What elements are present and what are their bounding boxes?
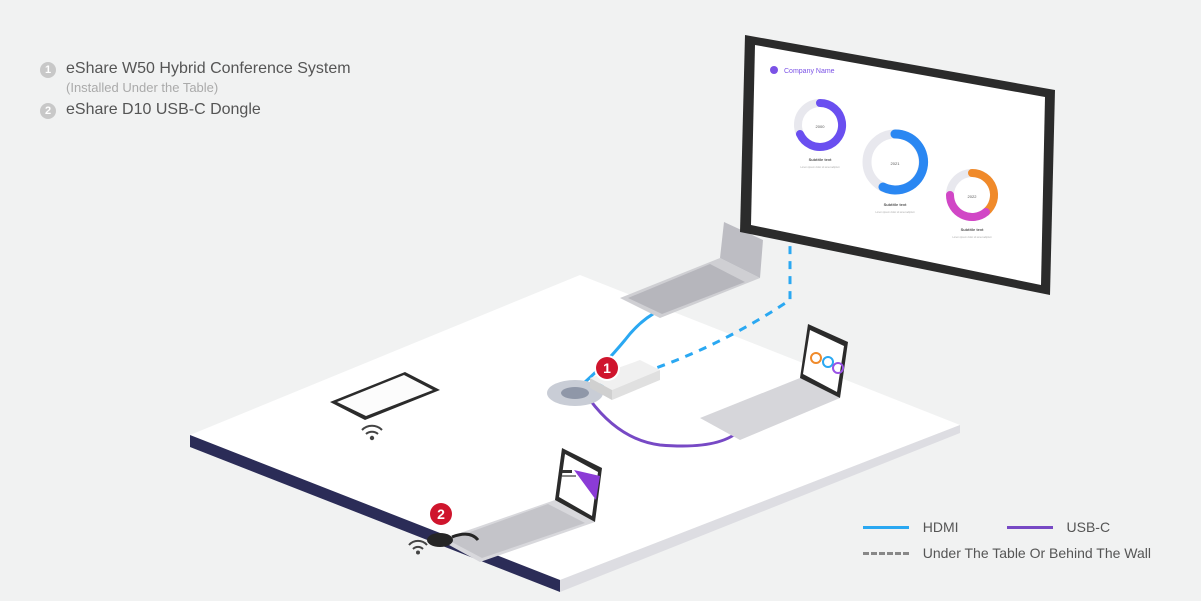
svg-text:Lorem ipsum dolor sit amet adi: Lorem ipsum dolor sit amet adipisci bbox=[875, 211, 915, 214]
callout-badge-1: 1 bbox=[596, 357, 618, 379]
svg-text:2021: 2021 bbox=[891, 161, 901, 166]
display-heading: Company Name bbox=[784, 68, 835, 75]
svg-text:2022: 2022 bbox=[968, 194, 978, 199]
svg-text:2000: 2000 bbox=[816, 124, 826, 129]
svg-text:Subtitle text: Subtitle text bbox=[809, 157, 833, 162]
wall-display: Company Name 2000 Subtitle text Lorem ip… bbox=[740, 35, 1055, 295]
svg-text:Lorem ipsum dolor sit amet adi: Lorem ipsum dolor sit amet adipisci bbox=[800, 166, 840, 169]
wifi-icon-2 bbox=[409, 541, 427, 555]
table bbox=[190, 275, 960, 592]
callout-badge-2: 2 bbox=[430, 503, 452, 525]
scene-diagram: Company Name 2000 Subtitle text Lorem ip… bbox=[0, 0, 1201, 601]
svg-text:Subtitle text: Subtitle text bbox=[884, 202, 908, 207]
svg-text:Subtitle text: Subtitle text bbox=[961, 227, 985, 232]
svg-text:Lorem ipsum dolor sit amet adi: Lorem ipsum dolor sit amet adipisci bbox=[952, 236, 992, 239]
laptop-top bbox=[620, 222, 763, 318]
